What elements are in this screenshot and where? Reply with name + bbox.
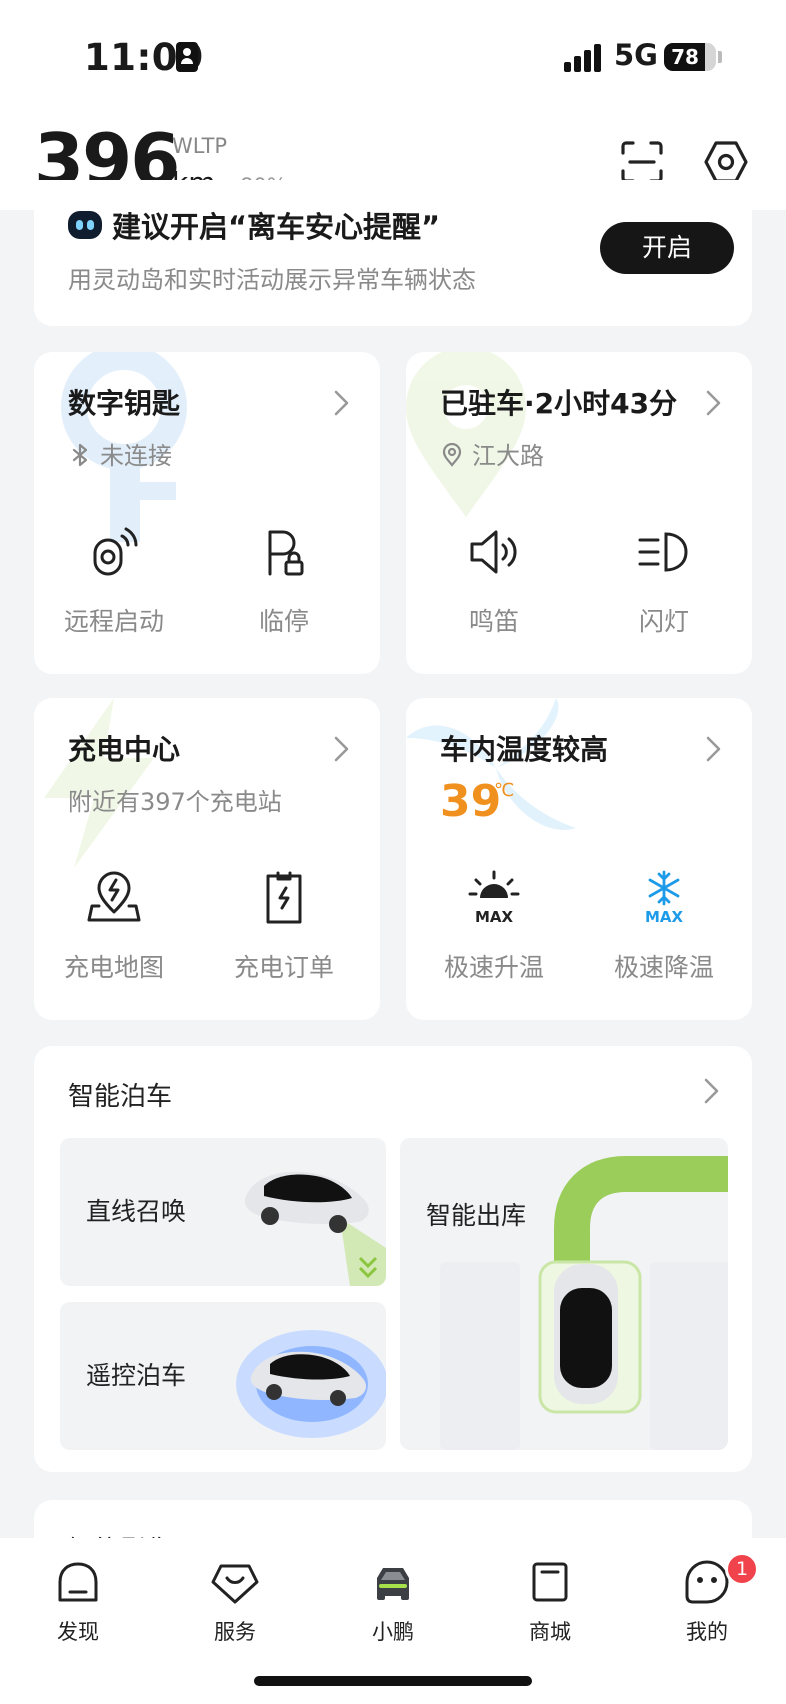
parking-lock-icon (268, 530, 304, 576)
smart-parking-title: 智能泊车 (68, 1082, 173, 1112)
robot-icon (68, 211, 102, 239)
network-type: 5G (614, 38, 658, 72)
battery-level: 78 (671, 45, 699, 69)
range-standard: WLTP (172, 134, 228, 158)
nearby-stations: 附近有397个充电站 (68, 788, 282, 816)
settings-icon[interactable] (702, 138, 750, 186)
tab-store-label: 商城 (529, 1620, 571, 1644)
location-pin-icon (442, 443, 462, 467)
smart-exit-tile[interactable]: 智能出库 (400, 1138, 728, 1450)
chevron-right-icon[interactable] (702, 734, 724, 764)
parked-title: 已驻车·2小时43分 (440, 387, 678, 420)
straight-summon-tile[interactable]: 直线召唤 (60, 1138, 386, 1286)
tab-xpeng[interactable]: 小鹏 (333, 1558, 453, 1646)
tab-me-label: 我的 (686, 1620, 728, 1644)
remote-start-label: 远程启动 (63, 607, 164, 636)
bluetooth-status: 未连接 (68, 436, 172, 471)
parked-status-card[interactable]: 已驻车·2小时43分 江大路 鸣笛 闪灯 (406, 352, 752, 674)
honk-action[interactable]: 鸣笛 (414, 524, 574, 638)
temporary-parking-label: 临停 (258, 607, 309, 636)
notice-description: 用灵动岛和实时活动展示异常车辆状态 (68, 266, 476, 294)
parked-location-label: 江大路 (472, 442, 544, 470)
tab-service-label: 服务 (214, 1620, 256, 1644)
battery-icon: 78 (664, 43, 716, 71)
notification-badge: 1 (725, 1552, 759, 1586)
bluetooth-icon (72, 443, 88, 467)
signal-icon (564, 44, 604, 72)
chevron-right-icon[interactable] (700, 1076, 722, 1106)
chevron-right-icon[interactable] (330, 388, 352, 418)
charging-map-icon (87, 871, 141, 922)
car-icon (377, 1568, 409, 1600)
home-indicator[interactable] (254, 1676, 532, 1686)
charging-map-action[interactable]: 充电地图 (34, 870, 194, 984)
smart-exit-illustration (440, 1156, 728, 1450)
chevron-right-icon[interactable] (702, 388, 724, 418)
charging-center-title: 充电中心 (68, 733, 181, 766)
id-card-icon (176, 42, 198, 72)
notice-title: 建议开启“离车安心提醒” (112, 210, 441, 244)
charging-center-card[interactable]: 充电中心 附近有397个充电站 充电地图 充电订单 (34, 698, 380, 1020)
profile-face-icon (685, 1560, 729, 1604)
digital-key-title: 数字钥匙 (68, 387, 181, 420)
temporary-parking-action[interactable]: 临停 (204, 524, 364, 638)
charging-orders-label: 充电订单 (233, 953, 334, 982)
honk-label: 鸣笛 (468, 607, 519, 636)
tab-store[interactable]: 商城 (490, 1558, 610, 1646)
quick-heat-label: 极速升温 (443, 953, 544, 982)
tab-xpeng-label: 小鹏 (372, 1620, 414, 1644)
status-bar: 11:09 5G 78 (0, 0, 786, 110)
remote-start-action[interactable]: 远程启动 (34, 524, 194, 638)
flash-lights-label: 闪灯 (638, 607, 689, 636)
charging-map-label: 充电地图 (63, 953, 164, 982)
cabin-temperature-card[interactable]: 车内温度较高 39 ℃ MAX 极速升温 MAX 极速降温 (406, 698, 752, 1020)
snowflake-max-icon: MAX (645, 870, 684, 926)
car-summon-illustration (244, 1171, 386, 1286)
quick-cool-action[interactable]: MAX 极速降温 (584, 870, 744, 984)
sun-max-text: MAX (475, 908, 514, 926)
sun-max-icon: MAX (468, 870, 520, 926)
cabin-temperature-value: 39 (440, 776, 502, 827)
quick-cool-label: 极速降温 (613, 953, 714, 982)
tab-discover[interactable]: 发现 (18, 1558, 138, 1646)
tab-me[interactable]: 1 我的 (647, 1552, 767, 1646)
charging-orders-action[interactable]: 充电订单 (204, 870, 364, 984)
bluetooth-status-label: 未连接 (100, 442, 172, 470)
parked-location: 江大路 (440, 436, 544, 471)
smart-parking-card: 智能泊车 直线召唤 遥控泊车 智能出库 (34, 1046, 752, 1472)
cabin-temperature-title: 车内温度较高 (440, 733, 609, 766)
scan-icon[interactable] (620, 140, 664, 184)
quick-heat-action[interactable]: MAX 极速升温 (414, 870, 574, 984)
temperature-unit: ℃ (494, 780, 515, 801)
tab-service[interactable]: 服务 (175, 1558, 295, 1646)
leave-car-reminder-card: 建议开启“离车安心提醒” 用灵动岛和实时活动展示异常车辆状态 开启 (34, 180, 752, 326)
enable-reminder-button[interactable]: 开启 (600, 222, 734, 274)
remote-start-icon (93, 527, 138, 576)
remote-parking-illustration (236, 1330, 386, 1438)
battery-tip (718, 51, 722, 63)
digital-key-card[interactable]: 数字钥匙 未连接 远程启动 临停 (34, 352, 380, 674)
snowflake-max-text: MAX (645, 908, 684, 926)
flash-lights-action[interactable]: 闪灯 (584, 524, 744, 638)
store-bag-icon (532, 1562, 568, 1602)
discover-icon (58, 1562, 98, 1602)
chevron-right-icon[interactable] (330, 734, 352, 764)
remote-parking-label: 遥控泊车 (86, 1361, 187, 1390)
tab-discover-label: 发现 (57, 1620, 99, 1644)
horn-icon (470, 530, 517, 574)
remote-parking-tile[interactable]: 遥控泊车 (60, 1302, 386, 1450)
headlight-icon (638, 532, 688, 572)
service-icon (211, 1564, 259, 1604)
straight-summon-label: 直线召唤 (86, 1197, 187, 1226)
charging-order-icon (266, 871, 302, 924)
